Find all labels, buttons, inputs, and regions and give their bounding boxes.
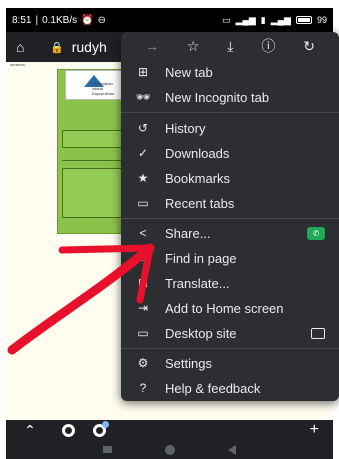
signal2-icon: ▂▄▆ [270, 14, 291, 25]
menu-item-share[interactable]: < Share... ✆ [121, 221, 339, 245]
volte-icon: ▭ [222, 14, 231, 25]
home-icon[interactable]: ⌂ [16, 39, 34, 55]
signal-icon: ▂▄▆ [235, 14, 256, 25]
battery-icon [295, 16, 312, 24]
alarm-icon: ⏰ [81, 14, 94, 26]
menu-item-settings[interactable]: ⚙ Settings [121, 351, 339, 375]
menu-separator [121, 218, 339, 219]
menu-item-new-tab[interactable]: ⊞ New tab [121, 60, 339, 84]
battery-level: 99 [316, 15, 327, 25]
network-speed: 0.1KB/s [42, 14, 78, 26]
info-icon[interactable]: ⓘ [261, 36, 275, 56]
gear-icon: ⚙ [137, 356, 149, 370]
url-text[interactable]: rudyh [72, 39, 107, 55]
help-icon: ? [139, 381, 147, 395]
desktop-site-checkbox[interactable] [311, 327, 325, 339]
page-tiny-text: beranda [10, 62, 25, 67]
site-logo: Perumahan Istana Kayuputihan [65, 70, 123, 100]
chrome-overflow-menu: → ☆ ⤓ ⓘ ↻ ⊞ New tab 🕶 New Incognito tab … [121, 32, 339, 401]
phone-screen: 8:51 | 0.1KB/s ⏰ ⊖ ▭ ▂▄▆ ▮ ▂▄▆ 99 ⌂ 🔒 ru… [0, 0, 339, 459]
recent-tabs-icon: ▭ [137, 196, 149, 210]
star-icon[interactable]: ☆ [187, 38, 200, 55]
menu-item-recent-tabs[interactable]: ▭ Recent tabs [121, 191, 339, 215]
status-right: ▭ ▂▄▆ ▮ ▂▄▆ 99 [222, 15, 327, 26]
status-time: 8:51 [12, 14, 32, 26]
share-icon: < [139, 226, 147, 240]
menu-item-desktop-site[interactable]: ▭ Desktop site [121, 321, 339, 345]
android-nav-bar [6, 440, 333, 459]
bookmark-icon: ★ [137, 171, 149, 185]
downloads-icon: ✓ [137, 146, 149, 160]
menu-item-translate[interactable]: ⊡ Translate... [121, 271, 339, 295]
menu-item-add-to-home-screen[interactable]: ⇥ Add to Home screen [121, 296, 339, 320]
link-icon: ⊖ [97, 14, 106, 26]
tab-switcher-bar: ⌃ + [6, 420, 333, 440]
chevron-up-icon[interactable]: ⌃ [20, 422, 40, 438]
menu-separator [121, 348, 339, 349]
divider [62, 160, 122, 161]
new-tab-icon: ⊞ [137, 65, 149, 79]
tab-icon[interactable] [62, 423, 75, 437]
menu-item-new-incognito-tab[interactable]: 🕶 New Incognito tab [121, 85, 339, 109]
status-left: 8:51 | 0.1KB/s ⏰ ⊖ [12, 14, 106, 26]
sim-icon: ▮ [260, 14, 266, 25]
desktop-icon: ▭ [137, 326, 149, 340]
whatsapp-icon[interactable]: ✆ [307, 226, 325, 240]
menu-item-help-feedback[interactable]: ? Help & feedback [121, 376, 339, 400]
active-tab-icon[interactable] [93, 420, 109, 437]
menu-item-bookmarks[interactable]: ★ Bookmarks [121, 166, 339, 190]
menu-separator [121, 112, 339, 113]
incognito-icon: 🕶 [135, 90, 151, 104]
refresh-icon[interactable]: ↻ [303, 38, 315, 55]
info-table [62, 130, 126, 148]
find-icon: ⌕ [139, 250, 147, 265]
menu-toolbar: → ☆ ⤓ ⓘ ↻ [121, 32, 339, 60]
forward-icon[interactable]: → [145, 38, 159, 54]
download-icon[interactable]: ⤓ [227, 38, 233, 55]
translate-icon: ⊡ [137, 276, 149, 290]
logo-text: Perumahan Istana Kayuputihan [92, 81, 115, 96]
menu-item-history[interactable]: ↺ History [121, 116, 339, 140]
menu-item-downloads[interactable]: ✓ Downloads [121, 141, 339, 165]
home-nav-icon[interactable] [164, 444, 175, 455]
menu-item-find-in-page[interactable]: ⌕ Find in page [121, 246, 339, 270]
recents-icon[interactable] [102, 446, 112, 453]
new-tab-plus-icon[interactable]: + [310, 421, 319, 439]
history-icon: ↺ [137, 121, 149, 135]
lock-icon: 🔒 [50, 41, 64, 54]
add-home-icon: ⇥ [137, 301, 149, 315]
back-icon[interactable] [228, 444, 237, 455]
document-thumbnail: Perumahan Istana Kayuputihan [57, 69, 129, 234]
detail-table [62, 168, 126, 218]
status-bar: 8:51 | 0.1KB/s ⏰ ⊖ ▭ ▂▄▆ ▮ ▂▄▆ 99 [6, 8, 333, 32]
